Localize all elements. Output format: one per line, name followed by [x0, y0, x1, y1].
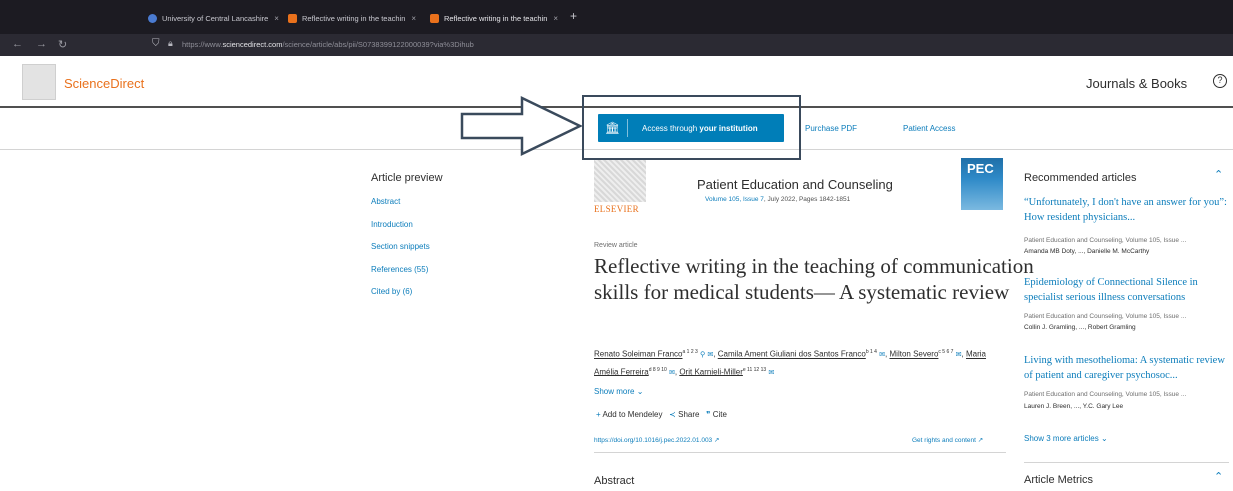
plus-icon: +: [596, 410, 601, 419]
url-prefix: https://www.: [182, 40, 223, 49]
sciencedirect-brand-link[interactable]: ScienceDirect: [64, 76, 144, 91]
volume-issue-link[interactable]: Volume 105, Issue 7: [705, 196, 764, 203]
reload-icon[interactable]: ↻: [58, 38, 67, 51]
cite-button[interactable]: Cite: [713, 410, 727, 419]
elsevier-favicon-icon: [430, 13, 439, 23]
help-icon[interactable]: ?: [1213, 74, 1227, 88]
chevron-down-icon: ⌄: [636, 387, 644, 396]
back-arrow-icon[interactable]: ←: [12, 38, 23, 50]
share-icon: ≺: [669, 410, 676, 419]
email-icon[interactable]: ✉: [879, 352, 885, 359]
person-icon[interactable]: ⚲: [700, 352, 705, 359]
author-list: Renato Soleiman Francoa 1 2 3 ⚲ ✉, Camil…: [594, 349, 987, 377]
uclan-favicon-icon: [148, 13, 157, 23]
email-icon[interactable]: ✉: [956, 352, 962, 359]
author-affiliation: a 1 2 3: [682, 349, 698, 355]
quote-icon: ❞: [706, 410, 711, 419]
annotation-highlight-box: [582, 95, 801, 160]
preview-link-references[interactable]: References (55): [371, 265, 428, 274]
annotation-arrow-icon: [460, 96, 583, 156]
close-tab-icon[interactable]: ×: [553, 14, 558, 23]
article-metrics-heading: Article Metrics: [1024, 474, 1094, 486]
author-affiliation: c 5 6 7: [938, 349, 954, 355]
recommended-article-authors: Lauren J. Breen, ..., Y.C. Gary Lee: [1024, 403, 1124, 410]
doi-text: https://doi.org/10.1016/j.pec.2022.01.00…: [594, 437, 713, 444]
doi-link[interactable]: https://doi.org/10.1016/j.pec.2022.01.00…: [594, 436, 719, 444]
sciencedirect-favicon-icon: [288, 13, 297, 23]
article-title: Reflective writing in the teaching of co…: [594, 254, 1034, 304]
email-icon[interactable]: ✉: [669, 369, 675, 376]
journal-title-link[interactable]: Patient Education and Counseling: [697, 177, 893, 192]
show-3-more-label: Show 3 more articles: [1024, 434, 1099, 443]
close-tab-icon[interactable]: ×: [411, 14, 416, 23]
purchase-pdf-link[interactable]: Purchase PDF: [805, 124, 857, 133]
patient-access-link[interactable]: Patient Access: [903, 124, 955, 133]
rights-text: Get rights and content: [912, 437, 976, 444]
add-to-mendeley-button[interactable]: Add to Mendeley: [602, 410, 662, 419]
recommended-article-source: Patient Education and Counseling, Volume…: [1024, 237, 1187, 244]
email-icon[interactable]: ✉: [768, 369, 774, 376]
author-affiliation: e 11 12 13: [742, 366, 767, 373]
url-input[interactable]: https://www.sciencedirect.com/science/ar…: [182, 40, 474, 49]
url-path: /science/article/abs/pii/S07383991220000…: [282, 40, 474, 49]
article-preview-heading: Article preview: [371, 172, 443, 184]
preview-link-abstract[interactable]: Abstract: [371, 197, 400, 206]
show-more-authors-button[interactable]: Show more ⌄: [594, 387, 643, 396]
email-icon[interactable]: ✉: [707, 352, 713, 359]
lock-icon[interactable]: 🔒︎: [168, 38, 173, 49]
divider: [594, 452, 1006, 453]
external-link-icon: ↗: [714, 437, 720, 444]
cover-label: PEC: [967, 161, 994, 176]
chevron-up-icon[interactable]: ⌃: [1214, 168, 1223, 181]
author-affiliation: b 1 4: [865, 349, 877, 355]
recommended-article-authors: Collin J. Gramling, ..., Robert Gramling: [1024, 324, 1136, 331]
chevron-down-icon: ⌄: [1100, 434, 1108, 443]
author-link[interactable]: Camila Ament Giuliani dos Santos Franco: [718, 350, 866, 359]
recommended-article-link[interactable]: “Unfortunately, I don't have an answer f…: [1024, 196, 1229, 225]
author-link[interactable]: Milton Severo: [890, 350, 939, 359]
divider: [1024, 462, 1229, 463]
browser-tab-article-2[interactable]: Reflective writing in the teachin ×: [430, 9, 558, 27]
new-tab-button[interactable]: +: [570, 9, 577, 23]
recommended-article-link[interactable]: Living with mesothelioma: A systematic r…: [1024, 354, 1229, 383]
abstract-heading: Abstract: [594, 475, 635, 487]
show-more-articles-button[interactable]: Show 3 more articles ⌄: [1024, 434, 1108, 443]
forward-arrow-icon[interactable]: →: [36, 38, 47, 50]
external-link-icon: ↗: [977, 437, 984, 444]
author-link[interactable]: Renato Soleiman Franco: [594, 350, 683, 359]
browser-tab-uclan[interactable]: University of Central Lancashire ×: [148, 9, 279, 27]
journal-cover-image[interactable]: PEC: [961, 158, 1003, 210]
journals-books-link[interactable]: Journals & Books: [1086, 76, 1187, 91]
tab-label: Reflective writing in the teachin: [302, 13, 406, 23]
volume-info: Volume 105, Issue 7, July 2022, Pages 18…: [705, 196, 850, 203]
preview-link-introduction[interactable]: Introduction: [371, 220, 413, 229]
browser-tab-article-1[interactable]: Reflective writing in the teachin ×: [288, 9, 416, 27]
preview-link-cited-by[interactable]: Cited by (6): [371, 287, 412, 296]
share-button[interactable]: Share: [678, 410, 699, 419]
tab-label: University of Central Lancashire: [162, 13, 269, 23]
recommended-article-link[interactable]: Epidemiology of Connectional Silence in …: [1024, 276, 1229, 305]
chevron-up-icon[interactable]: ⌃: [1214, 470, 1223, 483]
elsevier-logo-icon[interactable]: [22, 64, 56, 100]
browser-tab-bar: University of Central Lancashire × Refle…: [0, 0, 1233, 34]
elsevier-tree-logo-icon[interactable]: [594, 160, 646, 202]
article-type: Review article: [594, 242, 638, 249]
rights-content-link[interactable]: Get rights and content ↗: [912, 436, 983, 444]
author-affiliation: d 8 9 10: [648, 366, 667, 373]
publisher-name: ELSEVIER: [594, 204, 639, 214]
recommended-articles-heading: Recommended articles: [1024, 172, 1137, 184]
show-more-label: Show more: [594, 387, 635, 396]
shield-icon[interactable]: ⛉: [152, 38, 160, 49]
author-link[interactable]: Orit Karnieli-Miller: [679, 367, 743, 376]
recommended-article-authors: Amanda MB Doty, ..., Danielle M. McCarth…: [1024, 248, 1150, 255]
preview-link-section-snippets[interactable]: Section snippets: [371, 242, 430, 251]
recommended-article-source: Patient Education and Counseling, Volume…: [1024, 313, 1187, 320]
article-actions: + Add to Mendeley ≺ Share ❞ Cite: [596, 410, 727, 419]
url-domain: sciencedirect.com: [222, 40, 283, 49]
volume-date-pages: , July 2022, Pages 1842-1851: [763, 196, 851, 203]
close-tab-icon[interactable]: ×: [274, 14, 279, 23]
browser-url-bar: ← → ↻ ⛉ 🔒︎ https://www.sciencedirect.com…: [0, 34, 1233, 56]
recommended-article-source: Patient Education and Counseling, Volume…: [1024, 391, 1187, 398]
tab-label: Reflective writing in the teachin: [444, 13, 548, 23]
